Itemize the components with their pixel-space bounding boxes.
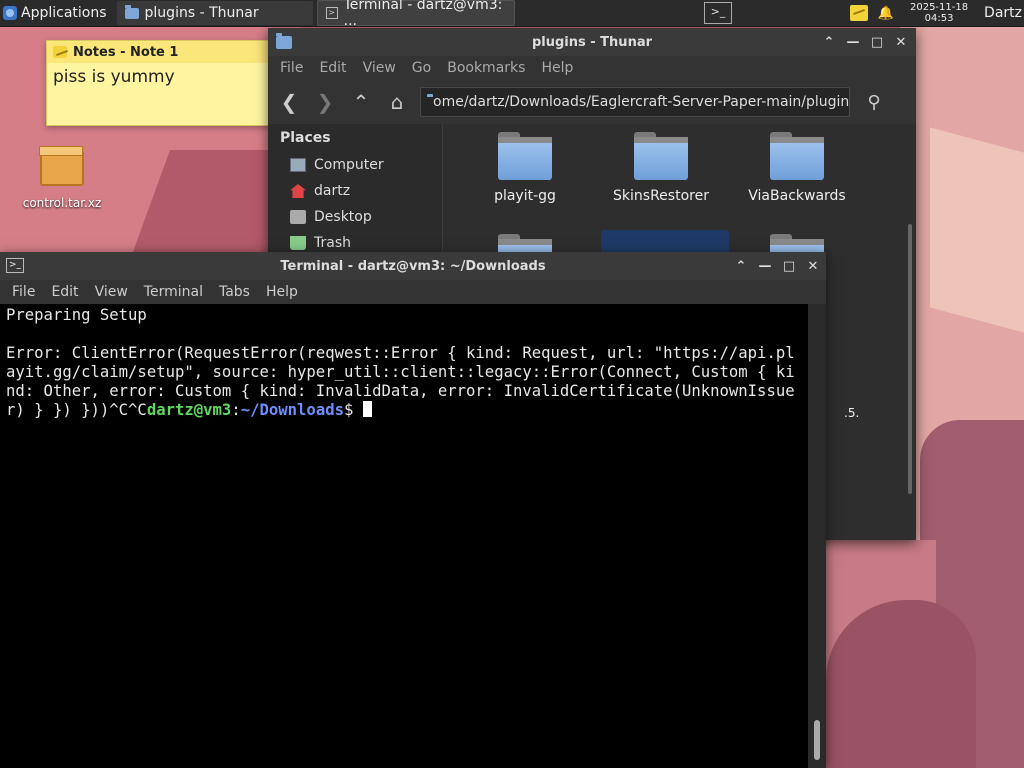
file-label: playit-gg [494, 188, 556, 204]
xfce-logo-icon [3, 6, 17, 20]
prompt-end: $ [344, 401, 363, 419]
folder-icon [634, 132, 688, 180]
thunar-titlebar[interactable]: plugins - Thunar ⌃ — □ ✕ [268, 28, 916, 56]
user-menu[interactable]: Dartz [984, 5, 1022, 21]
folder-icon [276, 32, 292, 49]
menu-terminal[interactable]: Terminal [136, 284, 211, 300]
menu-bookmarks[interactable]: Bookmarks [439, 60, 533, 76]
system-tray: 🔔 2025-11-18 04:53 Dartz [849, 0, 1024, 26]
menu-file[interactable]: File [272, 60, 311, 76]
sidebar-item-label: Computer [314, 157, 384, 173]
scrollbar-thumb[interactable] [814, 720, 820, 760]
task-label: Terminal - dartz@vm3: ... [343, 0, 503, 29]
prompt-path: ~/Downloads [240, 401, 344, 419]
terminal-scrollbar[interactable] [808, 304, 826, 768]
notes-icon[interactable] [849, 5, 868, 21]
vertical-scrollbar[interactable] [908, 224, 912, 494]
sidebar-item-desktop[interactable]: Desktop [268, 204, 442, 230]
terminal-menubar: File Edit View Terminal Tabs Help [0, 280, 826, 304]
home-icon[interactable]: ⌂ [384, 89, 410, 115]
terminal-output[interactable]: Preparing Setup Error: ClientError(Reque… [0, 304, 808, 768]
sidebar-item-computer[interactable]: Computer [268, 152, 442, 178]
menu-help[interactable]: Help [533, 60, 581, 76]
menu-help[interactable]: Help [258, 284, 306, 300]
thunar-toolbar: ❮ ❯ ⌃ ⌂ ome/dartz/Downloads/Eaglercraft-… [268, 80, 916, 124]
terminal-line: Preparing Setup [6, 306, 147, 324]
maximize-icon[interactable]: □ [870, 35, 884, 50]
location-bar[interactable]: ome/dartz/Downloads/Eaglercraft-Server-P… [420, 87, 850, 117]
partial-text: .5. [844, 406, 860, 420]
up-arrow-icon[interactable]: ⌃ [348, 89, 374, 115]
file-item[interactable]: SkinsRestorer [601, 132, 721, 204]
terminal-icon: >_ [6, 258, 24, 273]
menu-edit[interactable]: Edit [43, 284, 86, 300]
menu-go[interactable]: Go [404, 60, 439, 76]
note-title: Notes - Note 1 [73, 44, 179, 60]
file-label: ViaBackwards [748, 188, 846, 204]
terminal-icon: > [325, 7, 338, 19]
folder-icon [770, 132, 824, 180]
folder-icon [498, 132, 552, 180]
sidebar-item-home[interactable]: dartz [268, 178, 442, 204]
back-arrow-icon[interactable]: ❮ [276, 89, 302, 115]
places-heading: Places [280, 130, 331, 146]
menu-tabs[interactable]: Tabs [211, 284, 258, 300]
folder-icon [124, 4, 139, 19]
close-icon[interactable]: ✕ [894, 35, 908, 50]
package-icon [39, 146, 84, 186]
file-label: SkinsRestorer [613, 188, 709, 204]
menu-view[interactable]: View [87, 284, 136, 300]
terminal-error-line: Error: ClientError(RequestError(reqwest:… [6, 344, 795, 419]
sticky-note[interactable]: Notes - Note 1 piss is yummy [46, 40, 270, 126]
window-title: Terminal - dartz@vm3: ~/Downloads [280, 258, 546, 274]
text-cursor [362, 401, 372, 417]
minimize-icon[interactable]: — [846, 35, 860, 50]
applications-menu[interactable]: Applications [0, 0, 113, 26]
clock[interactable]: 2025-11-18 04:53 [904, 2, 974, 24]
terminal-window: >_ Terminal - dartz@vm3: ~/Downloads ⌃ —… [0, 252, 826, 768]
desktop-icon [290, 210, 306, 224]
notes-icon [53, 46, 67, 58]
sidebar-item-label: Desktop [314, 209, 372, 225]
terminal-launcher-icon[interactable]: >_ [704, 2, 732, 24]
task-terminal[interactable]: > Terminal - dartz@vm3: ... [316, 0, 515, 29]
clock-date: 2025-11-18 [909, 2, 969, 13]
close-icon[interactable]: ✕ [806, 259, 820, 274]
location-path: ome/dartz/Downloads/Eaglercraft-Server-P… [433, 94, 850, 110]
thunar-menubar: File Edit View Go Bookmarks Help [268, 56, 916, 80]
menu-file[interactable]: File [4, 284, 43, 300]
minimize-icon[interactable]: — [758, 259, 772, 274]
sidebar-item-label: dartz [314, 183, 351, 199]
home-icon [290, 184, 306, 198]
sidebar-item-label: Trash [314, 235, 351, 251]
applications-label: Applications [21, 5, 107, 21]
window-title: plugins - Thunar [531, 34, 653, 50]
forward-arrow-icon[interactable]: ❯ [312, 89, 338, 115]
search-icon[interactable]: ⚲ [860, 88, 888, 116]
maximize-icon[interactable]: □ [782, 259, 796, 274]
clock-time: 04:53 [924, 13, 954, 24]
desktop-icon-archive[interactable]: control.tar.xz [14, 146, 110, 210]
trash-icon [290, 236, 306, 250]
prompt-user: dartz@vm3 [146, 401, 232, 419]
shade-icon[interactable]: ⌃ [822, 35, 836, 50]
terminal-titlebar[interactable]: >_ Terminal - dartz@vm3: ~/Downloads ⌃ —… [0, 252, 826, 280]
menu-view[interactable]: View [355, 60, 404, 76]
note-body[interactable]: piss is yummy [47, 63, 269, 91]
task-thunar[interactable]: plugins - Thunar [116, 1, 313, 25]
desktop-icon-label: control.tar.xz [22, 196, 102, 210]
top-panel: Applications plugins - Thunar > Terminal… [0, 0, 1024, 29]
prompt-separator: : [231, 401, 241, 419]
file-item[interactable]: ViaBackwards [737, 132, 857, 204]
menu-edit[interactable]: Edit [311, 60, 354, 76]
task-label: plugins - Thunar [144, 5, 259, 21]
bell-icon[interactable]: 🔔 [878, 6, 894, 21]
file-item[interactable]: playit-gg [465, 132, 585, 204]
note-titlebar[interactable]: Notes - Note 1 [47, 41, 269, 63]
shade-icon[interactable]: ⌃ [734, 259, 748, 274]
computer-icon [290, 158, 306, 172]
